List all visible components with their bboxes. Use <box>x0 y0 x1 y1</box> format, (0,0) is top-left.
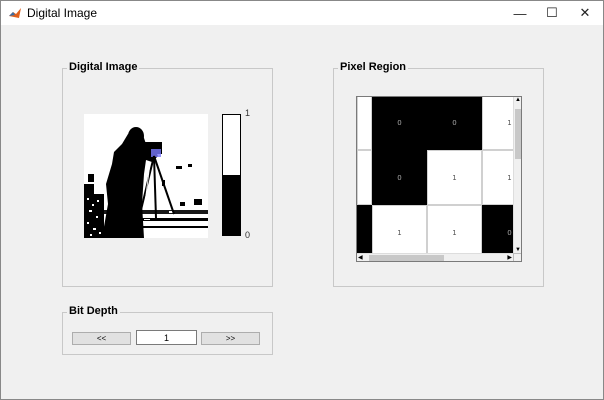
window-title: Digital Image <box>27 6 98 20</box>
pixel-cell-partial <box>357 150 372 205</box>
colorbar-max-label: 1 <box>245 108 251 118</box>
pixel-value: 1 <box>452 228 457 237</box>
horizontal-scrollbar[interactable]: ◀ ▶ <box>357 253 513 261</box>
pixel-region-panel: Pixel Region 0 0 1 0 1 1 1 1 0 ▲ ▼ ◀ ▶ <box>333 61 544 287</box>
minimize-icon: — <box>513 5 527 21</box>
pixel-value: 1 <box>507 118 512 127</box>
pixel-region-panel-title: Pixel Region <box>338 61 409 73</box>
minimize-button[interactable]: — <box>503 1 537 25</box>
horizontal-scroll-thumb[interactable] <box>369 255 444 261</box>
pixel-value: 1 <box>507 173 512 182</box>
scroll-right-icon[interactable]: ▶ <box>507 254 512 261</box>
maximize-button[interactable]: ☐ <box>535 1 569 25</box>
bit-depth-panel-title: Bit Depth <box>67 305 120 317</box>
pixel-cell-partial <box>357 97 372 150</box>
colorbar-min-label: 0 <box>245 230 251 240</box>
close-icon: ✕ <box>579 5 591 20</box>
pixel-value: 0 <box>452 118 457 127</box>
pixel-value: 0 <box>397 118 402 127</box>
pixel-value: 1 <box>397 228 402 237</box>
bit-depth-panel: Bit Depth << 1 >> <box>62 305 273 355</box>
pixel-cell: 1 <box>427 205 482 253</box>
title-bar: Digital Image — ☐ ✕ <box>1 1 603 25</box>
vertical-scrollbar[interactable]: ▲ ▼ <box>513 97 521 253</box>
bit-depth-field[interactable]: 1 <box>136 330 197 345</box>
pixel-cell-partial <box>357 205 372 253</box>
pixel-grid: 0 0 1 0 1 1 1 1 0 <box>357 97 513 253</box>
pixel-cell: 0 <box>482 205 513 253</box>
pixel-cell: 0 <box>372 97 427 150</box>
pixel-region-view[interactable]: 0 0 1 0 1 1 1 1 0 ▲ ▼ ◀ ▶ <box>356 96 522 262</box>
colorbar <box>222 114 241 236</box>
scroll-up-icon[interactable]: ▲ <box>515 97 521 103</box>
digital-image-panel-title: Digital Image <box>67 61 140 73</box>
app-window: Digital Image — ☐ ✕ Digital Image 1 0 Pi… <box>0 0 604 400</box>
binary-image[interactable] <box>84 114 208 238</box>
pixel-value: 1 <box>452 173 457 182</box>
pixel-cell: 0 <box>372 150 427 205</box>
vertical-scroll-thumb[interactable] <box>515 109 521 159</box>
close-button[interactable]: ✕ <box>568 1 602 25</box>
decrease-bit-depth-button[interactable]: << <box>72 332 131 345</box>
scroll-left-icon[interactable]: ◀ <box>358 254 363 261</box>
increase-bit-depth-button[interactable]: >> <box>201 332 260 345</box>
scrollbar-corner <box>513 253 521 261</box>
pixel-cell: 1 <box>372 205 427 253</box>
pixel-cell: 1 <box>482 97 513 150</box>
pixel-cell: 0 <box>427 97 482 150</box>
colorbar-fill <box>223 175 240 235</box>
pixel-value: 0 <box>507 228 512 237</box>
matlab-icon <box>8 6 22 20</box>
maximize-icon: ☐ <box>546 5 558 20</box>
pixel-cell: 1 <box>482 150 513 205</box>
pixel-cell: 1 <box>427 150 482 205</box>
pixel-value: 0 <box>397 173 402 182</box>
digital-image-panel: Digital Image 1 0 <box>62 61 273 287</box>
